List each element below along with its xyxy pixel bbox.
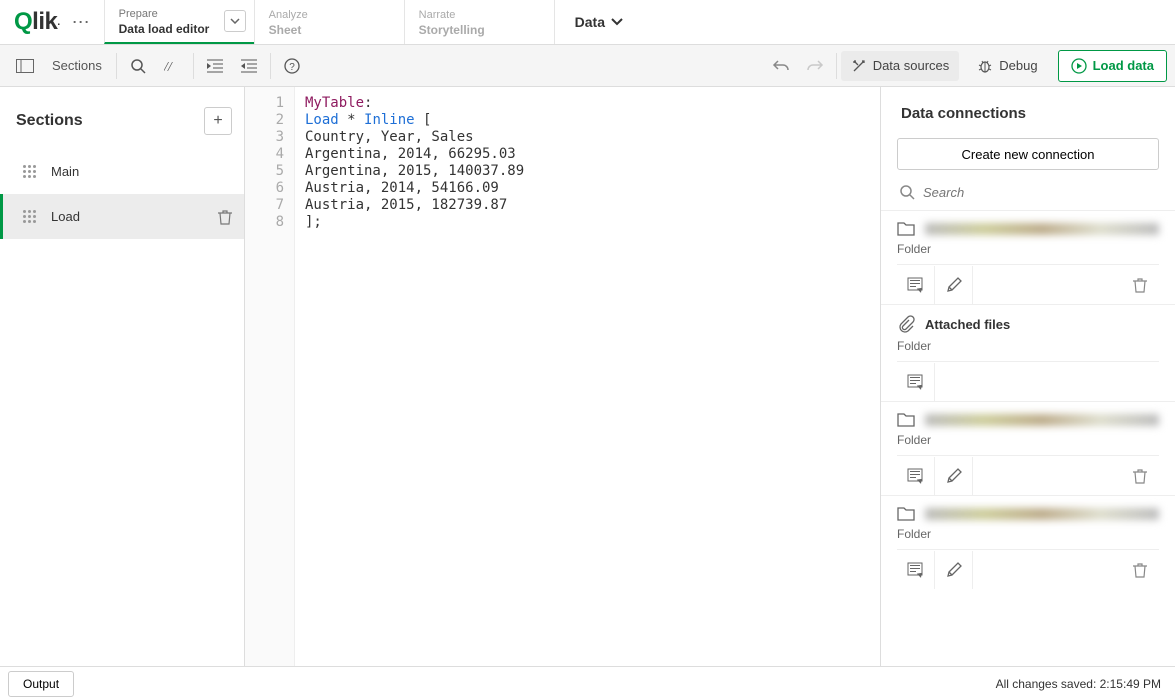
- connection-name: [925, 508, 1159, 520]
- debug-label: Debug: [999, 58, 1037, 73]
- main-area: Sections + Main Load 12345678 MyTable:Lo…: [0, 87, 1175, 666]
- section-item[interactable]: Main: [0, 149, 244, 194]
- connection-search-input[interactable]: [923, 185, 1157, 200]
- svg-text:?: ?: [289, 62, 295, 73]
- tab-dropdown-icon[interactable]: [224, 10, 246, 32]
- panel-toggle-icon[interactable]: [10, 51, 40, 81]
- more-menu-icon[interactable]: ⋯: [72, 12, 90, 33]
- data-dropdown-label: Data: [575, 14, 605, 30]
- select-data-icon[interactable]: [897, 457, 935, 495]
- connection-search[interactable]: [881, 180, 1175, 210]
- code-editor[interactable]: 12345678 MyTable:Load * Inline [Country,…: [245, 87, 880, 666]
- comment-icon[interactable]: //: [157, 51, 187, 81]
- delete-connection-icon[interactable]: [1121, 551, 1159, 589]
- connections-panel: Data connections Create new connection F…: [880, 87, 1175, 666]
- tab-narrate[interactable]: Narrate Storytelling: [404, 0, 554, 44]
- connection-type: Folder: [897, 527, 1159, 541]
- connection-name: [925, 223, 1159, 235]
- delete-connection-icon[interactable]: [1121, 266, 1159, 304]
- logo-area: Qlik. ⋯: [0, 0, 104, 44]
- connection-item: Folder: [881, 210, 1175, 304]
- tab-main-label: Data load editor: [119, 22, 240, 36]
- help-icon[interactable]: ?: [277, 51, 307, 81]
- connection-name: Attached files: [925, 317, 1010, 332]
- select-data-icon[interactable]: [897, 266, 935, 304]
- qlik-logo: Qlik.: [14, 8, 60, 36]
- undo-icon[interactable]: [766, 51, 796, 81]
- line-gutter: 12345678: [245, 87, 295, 666]
- connection-name: [925, 414, 1159, 426]
- connection-type: Folder: [897, 242, 1159, 256]
- folder-icon: [897, 221, 925, 236]
- output-button[interactable]: Output: [8, 671, 74, 697]
- data-sources-button[interactable]: Data sources: [841, 51, 960, 81]
- connection-item: Folder: [881, 401, 1175, 495]
- sections-panel: Sections + Main Load: [0, 87, 245, 666]
- indent-icon[interactable]: [200, 51, 230, 81]
- search-icon: [899, 184, 915, 200]
- select-data-icon[interactable]: [897, 363, 935, 401]
- nav-tabs: Prepare Data load editor Analyze Sheet N…: [104, 0, 643, 44]
- tab-small-label: Narrate: [419, 9, 540, 21]
- folder-icon: [897, 412, 925, 427]
- tab-main-label: Storytelling: [419, 23, 540, 37]
- tab-prepare[interactable]: Prepare Data load editor: [104, 0, 254, 44]
- tab-small-label: Analyze: [269, 9, 390, 21]
- tab-analyze[interactable]: Analyze Sheet: [254, 0, 404, 44]
- search-icon[interactable]: [123, 51, 153, 81]
- tab-main-label: Sheet: [269, 23, 390, 37]
- connection-item: Folder: [881, 495, 1175, 589]
- topbar: Qlik. ⋯ Prepare Data load editor Analyze…: [0, 0, 1175, 45]
- connection-type: Folder: [897, 339, 1159, 353]
- sections-title: Sections: [16, 112, 83, 130]
- saved-status: All changes saved: 2:15:49 PM: [996, 677, 1161, 691]
- data-dropdown[interactable]: Data: [554, 0, 643, 44]
- section-name: Main: [51, 164, 232, 179]
- clip-icon: [897, 315, 925, 333]
- debug-button[interactable]: Debug: [967, 51, 1047, 81]
- folder-icon: [897, 506, 925, 521]
- edit-connection-icon[interactable]: [935, 551, 973, 589]
- edit-connection-icon[interactable]: [935, 457, 973, 495]
- code-content[interactable]: MyTable:Load * Inline [Country, Year, Sa…: [295, 87, 880, 666]
- create-connection-button[interactable]: Create new connection: [897, 138, 1159, 170]
- load-data-label: Load data: [1093, 58, 1154, 73]
- delete-connection-icon[interactable]: [1121, 457, 1159, 495]
- delete-section-icon[interactable]: [218, 209, 232, 225]
- data-sources-label: Data sources: [873, 58, 950, 73]
- load-data-button[interactable]: Load data: [1058, 50, 1167, 82]
- drag-handle-icon[interactable]: [23, 165, 37, 178]
- redo-icon[interactable]: [800, 51, 830, 81]
- connection-type: Folder: [897, 433, 1159, 447]
- status-bar: Output All changes saved: 2:15:49 PM: [0, 666, 1175, 700]
- drag-handle-icon[interactable]: [23, 210, 37, 223]
- sections-toggle[interactable]: Sections: [44, 51, 110, 81]
- connections-title: Data connections: [881, 87, 1175, 132]
- connection-item: Attached files Folder: [881, 304, 1175, 401]
- svg-text://: //: [164, 60, 173, 73]
- add-section-button[interactable]: +: [204, 107, 232, 135]
- toolbar: Sections // ? Data sources Debug: [0, 45, 1175, 87]
- tab-small-label: Prepare: [119, 8, 240, 20]
- outdent-icon[interactable]: [234, 51, 264, 81]
- section-name: Load: [51, 209, 218, 224]
- edit-connection-icon[interactable]: [935, 266, 973, 304]
- select-data-icon[interactable]: [897, 551, 935, 589]
- section-item[interactable]: Load: [0, 194, 244, 239]
